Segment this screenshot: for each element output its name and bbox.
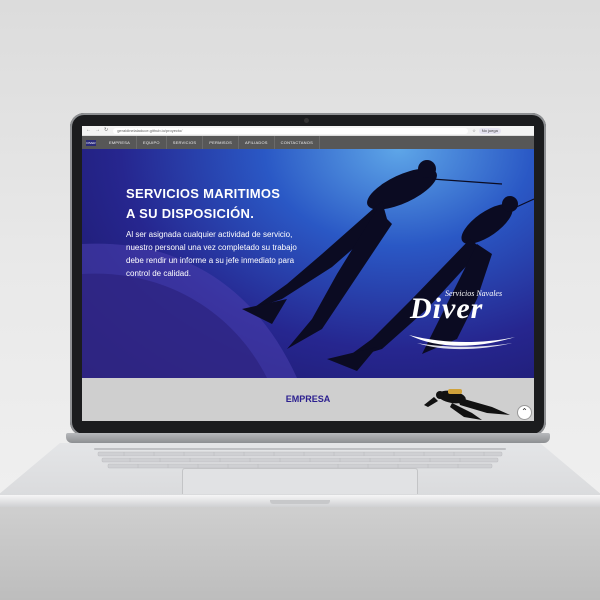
nav-item-servicios[interactable]: SERVICIOS xyxy=(167,136,204,149)
brand-swoosh-icon xyxy=(409,335,515,350)
hero-title: SERVICIOS MARITIMOS A SU DISPOSICIÓN. xyxy=(126,184,280,224)
back-arrow-icon[interactable]: ← xyxy=(86,126,91,135)
site-navbar: DIVER EMPRESA EQUIPO SERVICIOS PERMISOS … xyxy=(82,136,534,149)
nav-item-empresa[interactable]: EMPRESA xyxy=(103,136,137,149)
browser-toolbar: ← → ↻ geraldinelaladuce.github.io/proyec… xyxy=(82,126,534,136)
brand-logo-text: Diver xyxy=(410,292,484,325)
address-bar[interactable]: geraldinelaladuce.github.io/proyecto/ xyxy=(113,127,469,134)
forward-arrow-icon[interactable]: → xyxy=(95,126,100,135)
laptop-notch xyxy=(270,500,330,504)
hero-text-line-1: Al ser asignada cualquier actividad de s… xyxy=(126,230,293,239)
star-icon[interactable]: ☆ xyxy=(472,126,476,135)
nav-item-equipo[interactable]: EQUIPO xyxy=(137,136,167,149)
site-logo[interactable]: DIVER xyxy=(86,139,96,146)
nav-item-afiliados[interactable]: AFILIADOS xyxy=(239,136,275,149)
hero-text-line-2: nuestro personal una vez completado su t… xyxy=(126,243,297,252)
laptop-hinge xyxy=(66,433,550,443)
empresa-section: EMPRESA xyxy=(82,378,534,421)
nav-item-contactanos[interactable]: CONTACTANOS xyxy=(275,136,320,149)
reload-icon[interactable]: ↻ xyxy=(104,126,108,135)
hero-title-line-1: SERVICIOS MARITIMOS xyxy=(126,186,281,201)
scroll-to-top-button[interactable]: ⌃ xyxy=(517,405,532,420)
trackpad xyxy=(182,468,418,494)
hero-text-line-4: control de calidad. xyxy=(126,269,191,278)
hero-banner: SERVICIOS MARITIMOS A SU DISPOSICIÓN. Al… xyxy=(82,149,534,378)
hero-title-line-2: A SU DISPOSICIÓN. xyxy=(126,206,255,221)
hero-description: Al ser asignada cualquier actividad de s… xyxy=(126,228,336,280)
laptop-screen: ← → ↻ geraldinelaladuce.github.io/proyec… xyxy=(82,126,534,421)
diver-image xyxy=(424,389,510,420)
webcam xyxy=(304,118,309,123)
laptop-lid: ← → ↻ geraldinelaladuce.github.io/proyec… xyxy=(70,113,546,436)
keyboard-image xyxy=(94,448,506,469)
profile-button[interactable]: No juega xyxy=(478,127,501,134)
nav-item-permisos[interactable]: PERMISOS xyxy=(203,136,239,149)
table-surface xyxy=(0,506,600,600)
hero-text-line-3: debe rendir un informe a su jefe inmedia… xyxy=(126,256,295,265)
